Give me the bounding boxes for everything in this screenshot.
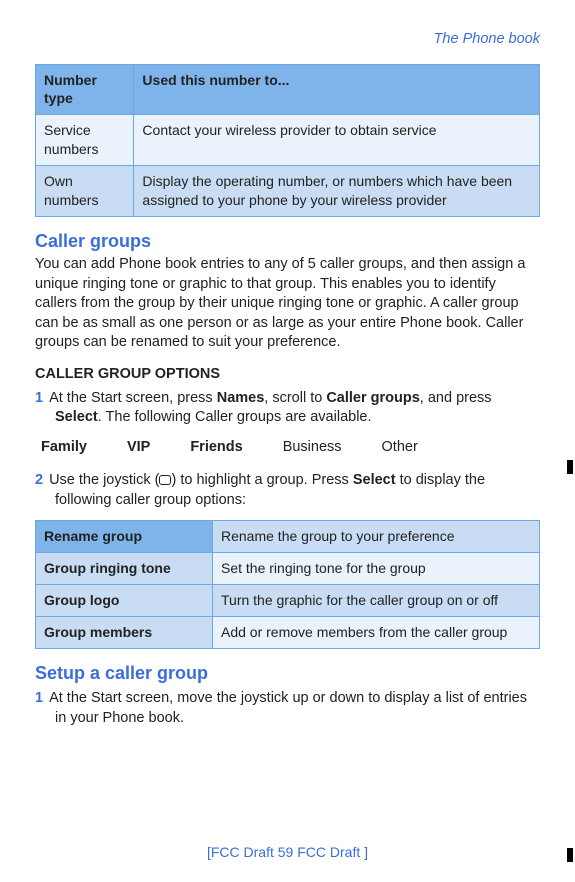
step-1-caller-groups: Caller groups (326, 390, 419, 406)
step-2-text-a: Use the joystick ( (49, 472, 159, 488)
table1-header-1: Used this number to... (134, 64, 540, 115)
step-1-select: Select (55, 409, 98, 425)
t2-r3c0: Group members (36, 617, 213, 649)
group-other: Other (382, 438, 418, 458)
step-1-text-e: , and press (420, 390, 492, 406)
table1-r0c1: Contact your wireless provider to obtain… (134, 115, 540, 166)
group-family: Family (41, 438, 87, 458)
setup-step-1-num: 1 (35, 690, 43, 706)
t2-r2c1: Turn the graphic for the caller group on… (213, 585, 540, 617)
group-friends: Friends (190, 438, 242, 458)
step-1-text-c: , scroll to (264, 390, 326, 406)
group-vip: VIP (127, 438, 150, 458)
step-1-text-g: . The following Caller groups are availa… (98, 409, 372, 425)
table1-header-0: Number type (36, 64, 134, 115)
caller-group-options-heading: CALLER GROUP OPTIONS (35, 365, 540, 385)
t2-r3c1: Add or remove members from the caller gr… (213, 617, 540, 649)
step-2-text-b: ) to highlight a group. Press (171, 472, 352, 488)
setup-step-1-text: At the Start screen, move the joystick u… (49, 690, 527, 726)
setup-step-1: 1 At the Start screen, move the joystick … (35, 689, 540, 728)
caller-groups-title: Caller groups (35, 229, 540, 253)
header-breadcrumb: The Phone book (35, 30, 540, 50)
t2-r2c0: Group logo (36, 585, 213, 617)
t2-r0c1: Rename the group to your preference (213, 521, 540, 553)
caller-groups-body: You can add Phone book entries to any of… (35, 255, 540, 353)
table1-r0c0: Service numbers (36, 115, 134, 166)
footer-text: [FCC Draft 59 FCC Draft ] (0, 843, 575, 862)
caller-groups-list: Family VIP Friends Business Other (41, 438, 540, 458)
table1-r1c1: Display the operating number, or numbers… (134, 166, 540, 217)
revision-mark-icon (567, 460, 573, 474)
step-1-text-a: At the Start screen, press (49, 390, 217, 406)
group-business: Business (283, 438, 342, 458)
step-1-num: 1 (35, 390, 43, 406)
table1-r1c0: Own numbers (36, 166, 134, 217)
step-2-select: Select (353, 472, 396, 488)
joystick-icon (159, 475, 171, 485)
t2-r1c1: Set the ringing tone for the group (213, 553, 540, 585)
step-1: 1 At the Start screen, press Names, scrol… (35, 389, 540, 428)
t2-r1c0: Group ringing tone (36, 553, 213, 585)
group-options-table: Rename group Rename the group to your pr… (35, 520, 540, 649)
step-2: 2 Use the joystick ( ) to highlight a grou… (35, 471, 540, 510)
step-1-names: Names (217, 390, 265, 406)
revision-mark-icon (567, 848, 573, 862)
number-type-table: Number type Used this number to... Servi… (35, 64, 540, 217)
step-2-num: 2 (35, 472, 43, 488)
setup-caller-group-title: Setup a caller group (35, 661, 540, 685)
t2-r0c0: Rename group (36, 521, 213, 553)
